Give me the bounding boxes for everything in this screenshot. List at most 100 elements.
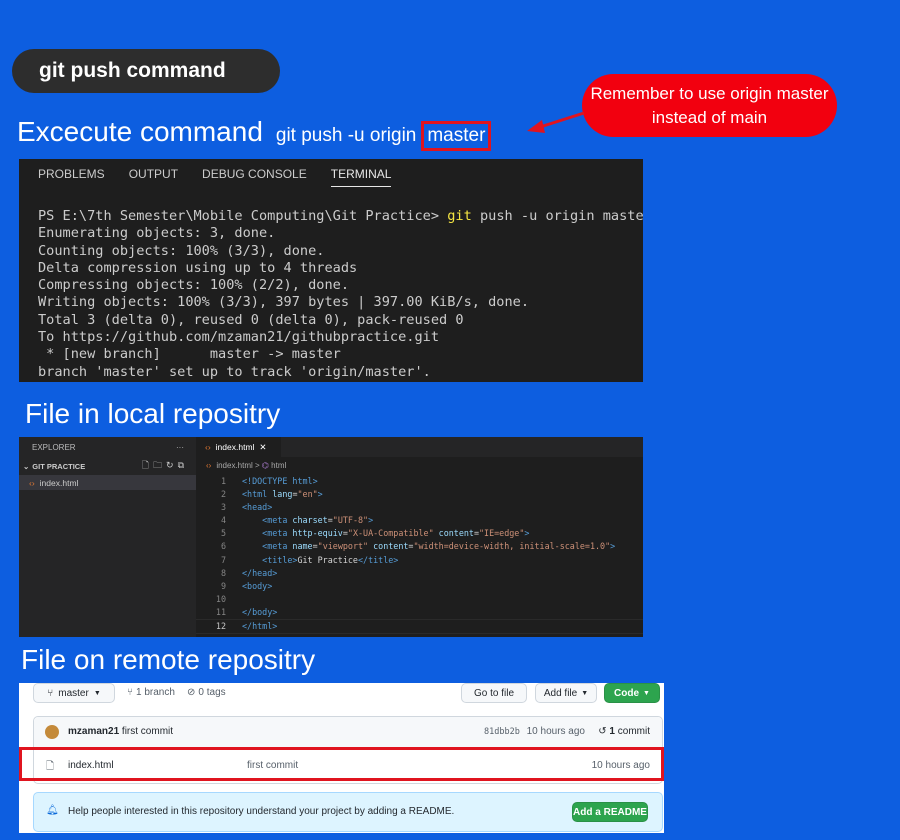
explorer-action-icons[interactable]: 🗋🗀↻⧉ — [142, 458, 188, 474]
commits-link[interactable]: ↺ 1 commit — [598, 726, 650, 737]
terminal-line: Writing objects: 100% (3/3), 397 bytes |… — [38, 294, 530, 311]
line-number: 1 — [220, 476, 226, 486]
line-number: 6 — [220, 541, 226, 552]
add-file-label: Add file — [543, 687, 578, 699]
bell-icon: 🔔︎ — [46, 805, 59, 816]
section-title-remote: File on remote repositry — [21, 644, 316, 675]
code-text: lang — [267, 489, 293, 500]
tab-terminal[interactable]: TERMINAL — [330, 163, 391, 187]
branch-selector[interactable]: ⑂ master ▼ — [33, 683, 115, 703]
line-number: 10 — [215, 593, 226, 604]
terminal-output[interactable]: PS E:\7th Semester\Mobile Computing\Git … — [38, 208, 643, 381]
code-text: </body> — [242, 606, 278, 617]
close-icon[interactable]: ✕ — [259, 442, 266, 453]
readme-text: Help people interested in this repositor… — [68, 806, 455, 817]
terminal-cmd-git: git — [447, 208, 472, 224]
branches-link[interactable]: ⑂ 1 branch — [127, 687, 175, 698]
code-button-label: Code — [614, 687, 640, 699]
tags-link[interactable]: ⊘ 0 tags — [187, 687, 226, 698]
line-number: 9 — [220, 580, 226, 591]
editor-tab-index[interactable]: ‹› index.html ✕ — [196, 437, 281, 457]
code-text: "viewport" — [317, 541, 369, 552]
terminal-cmd-rest: push -u origin master — [471, 208, 643, 224]
tab-debug-console[interactable]: DEBUG CONSOLE — [202, 163, 307, 185]
branches-count: 1 branch — [136, 687, 175, 698]
html-file-icon: ‹› — [29, 477, 35, 488]
avatar[interactable] — [45, 725, 59, 739]
tab-problems[interactable]: PROBLEMS — [38, 163, 105, 185]
folder-row[interactable]: ⌄ GIT PRACTICE 🗋🗀↻⧉ — [19, 457, 196, 475]
new-file-icon[interactable]: 🗋 — [142, 460, 153, 470]
more-actions-icon[interactable]: ··· — [176, 443, 184, 452]
add-readme-button[interactable]: Add a README — [572, 802, 648, 822]
terminal-line: * [new branch] master -> master — [38, 346, 341, 363]
section-title-local: File in local repositry — [25, 398, 281, 429]
terminal-line: Enumerating objects: 3, done. — [38, 225, 276, 242]
commit-author[interactable]: mzaman21 — [68, 726, 119, 737]
code-text: > — [524, 528, 530, 539]
commit-hash[interactable]: 81dbb2b — [484, 727, 520, 737]
code-button[interactable]: Code ▼ — [604, 683, 660, 703]
slide-title: git push command — [39, 59, 226, 82]
breadcrumb-file[interactable]: index.html — [216, 461, 252, 470]
line-number: 2 — [220, 489, 226, 500]
code-line: 5 <meta http-equiv = "X-UA-Compatible" con… — [196, 527, 643, 540]
code-text: http-equiv — [287, 528, 343, 539]
chevron-down-icon: ⌄ — [23, 461, 30, 471]
code-text: <meta — [262, 541, 288, 552]
branch-icon: ⑂ — [47, 687, 54, 699]
code-line: 4 <meta charset = "UTF-8" > — [196, 514, 643, 527]
tag-icon: ⊘ — [187, 687, 196, 698]
readme-banner: 🔔︎ Help people interested in this reposi… — [33, 792, 663, 832]
explorer-sidebar: EXPLORER ··· ⌄ GIT PRACTICE 🗋🗀↻⧉ ‹› inde… — [19, 437, 196, 637]
vscode-window: EXPLORER ··· ⌄ GIT PRACTICE 🗋🗀↻⧉ ‹› inde… — [19, 437, 643, 637]
code-text: content — [368, 541, 409, 552]
commit-meta: 81dbb2b 10 hours ago — [484, 726, 585, 737]
code-line: 10 — [196, 593, 643, 606]
editor-tab-label: index.html — [215, 442, 255, 452]
commit-time: 10 hours ago — [526, 726, 585, 737]
explorer-header: EXPLORER ··· — [19, 437, 196, 457]
add-file-button[interactable]: Add file ▼ — [535, 683, 597, 703]
line-number: 5 — [220, 528, 226, 539]
refresh-icon[interactable]: ↻ — [166, 460, 178, 470]
code-text: content — [433, 528, 474, 539]
code-text: "UTF-8" — [332, 515, 369, 526]
callout-bubble: Remember to use origin master instead of… — [582, 74, 837, 137]
code-text: "IE=edge" — [479, 528, 525, 539]
terminal-line: Delta compression using up to 4 threads — [38, 259, 358, 276]
code-line: 1 <!DOCTYPE html> — [196, 475, 643, 488]
commit-message[interactable]: first commit — [122, 726, 173, 737]
go-to-file-button[interactable]: Go to file — [461, 683, 527, 703]
line-number: 3 — [220, 502, 226, 513]
execute-cmd: git push -u origin — [275, 125, 417, 146]
commit-summary: mzaman21 first commit — [68, 726, 173, 737]
execute-heading: Excecute command git push -u origin mast… — [17, 116, 492, 151]
breadcrumb-symbol[interactable]: html — [271, 461, 286, 470]
terminal-prompt: PS E:\7th Semester\Mobile Computing\Git … — [38, 208, 448, 224]
folder-name: GIT PRACTICE — [32, 461, 86, 471]
breadcrumb-sep: > — [252, 461, 262, 470]
explorer-file-index[interactable]: ‹› index.html — [19, 475, 196, 490]
code-text: Git Practice — [297, 554, 358, 565]
code-line: 8 </head> — [196, 567, 643, 580]
slide-title-pill: git push command — [12, 49, 280, 93]
code-editor[interactable]: 1 <!DOCTYPE html> 2 <html lang = "en" > 3 <hea… — [196, 475, 643, 635]
master-highlight: master — [421, 121, 492, 151]
new-folder-icon[interactable]: 🗀 — [153, 460, 166, 470]
code-text: "en" — [297, 489, 318, 500]
terminal-line: branch 'master' set up to track 'origin/… — [38, 363, 431, 380]
collapse-icon[interactable]: ⧉ — [178, 460, 188, 470]
tags-count: 0 tags — [198, 687, 226, 698]
terminal-line: Counting objects: 100% (3/3), done. — [38, 242, 325, 259]
execute-label: Excecute command — [17, 116, 263, 147]
code-text: > — [610, 541, 616, 552]
commit-word: commit — [617, 726, 650, 737]
tab-output[interactable]: OUTPUT — [129, 163, 178, 185]
line-number: 11 — [215, 606, 226, 617]
code-text: <meta — [262, 515, 288, 526]
explorer-file-label: index.html — [39, 477, 79, 488]
history-icon: ↺ — [598, 726, 607, 737]
